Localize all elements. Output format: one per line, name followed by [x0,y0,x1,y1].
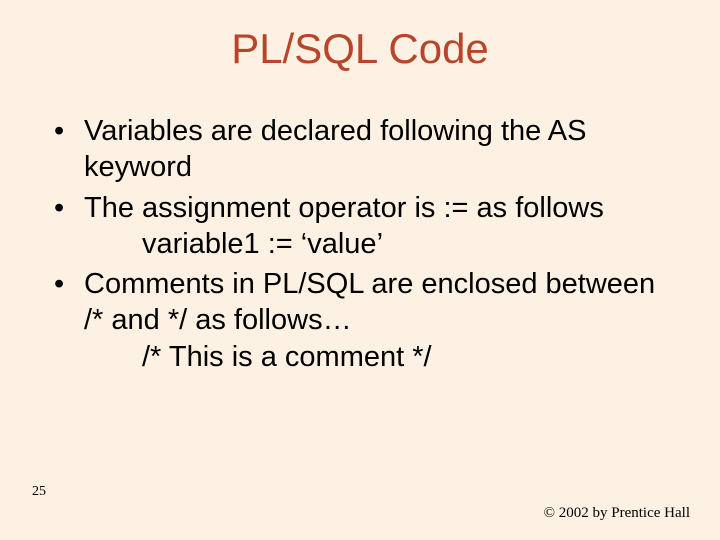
bullet-text: Variables are declared following the AS … [84,115,586,183]
bullet-list: Variables are declared following the AS … [40,113,680,375]
bullet-text: The assignment operator is := as follows [84,192,604,224]
bullet-subtext: /* This is a comment */ [84,339,680,375]
bullet-item: Comments in PL/SQL are enclosed between … [50,266,680,375]
bullet-item: The assignment operator is := as follows… [50,190,680,263]
slide-title: PL/SQL Code [40,25,680,73]
page-number: 25 [32,484,46,500]
bullet-text: Comments in PL/SQL are enclosed between … [84,268,655,336]
bullet-item: Variables are declared following the AS … [50,113,680,186]
copyright: © 2002 by Prentice Hall [544,505,690,522]
slide: PL/SQL Code Variables are declared follo… [0,0,720,540]
bullet-subtext: variable1 := ‘value’ [84,226,680,262]
